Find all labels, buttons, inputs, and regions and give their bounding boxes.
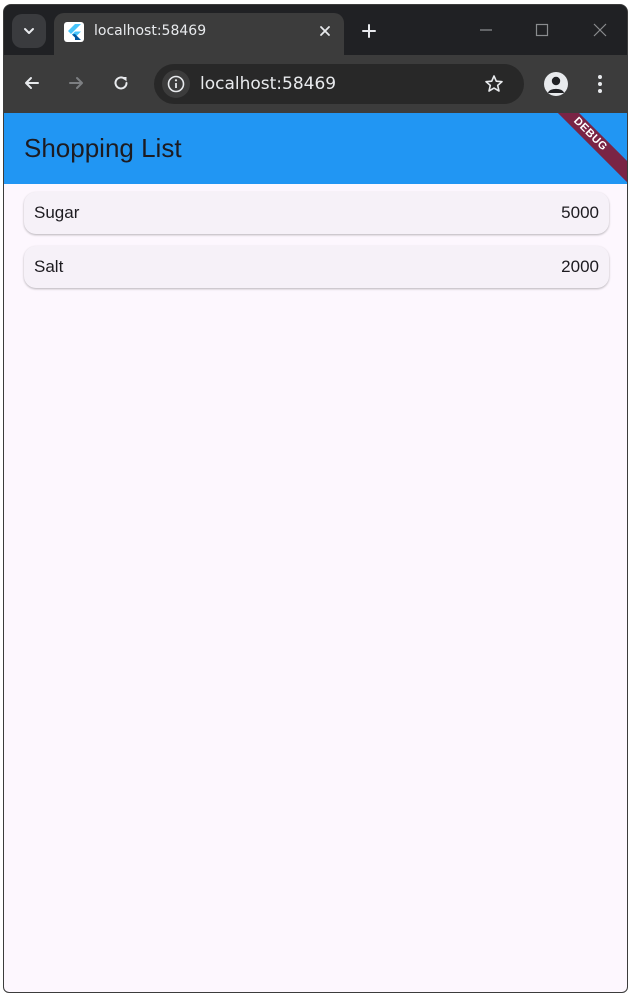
minimize-button[interactable]: [471, 15, 501, 45]
tab-title: localhost:58469: [94, 23, 207, 39]
tab-strip: localhost:58469: [4, 5, 627, 57]
maximize-icon: [535, 23, 549, 37]
dot: [598, 89, 602, 93]
page-title: Shopping List: [24, 133, 182, 163]
back-button[interactable]: [18, 69, 46, 97]
window-close-button[interactable]: [585, 15, 615, 45]
tab-search-button[interactable]: [12, 14, 46, 48]
list-item[interactable]: Sugar 5000: [24, 192, 609, 234]
url-text[interactable]: localhost:58469: [200, 74, 336, 94]
arrow-right-icon: [69, 77, 83, 89]
address-bar[interactable]: localhost:58469: [154, 64, 524, 104]
shopping-list: Sugar 5000 Salt 2000: [24, 192, 609, 300]
browser-window: localhost:58469 localhost:58469 Shopping…: [3, 4, 628, 993]
dot: [598, 82, 602, 86]
maximize-button[interactable]: [527, 15, 557, 45]
close-icon: [320, 26, 330, 36]
page-viewport: Shopping List DEBUG Sugar 5000 Salt 2000: [4, 113, 627, 992]
item-name: Salt: [34, 257, 64, 276]
active-tab[interactable]: localhost:58469: [54, 13, 344, 57]
app-bar: Shopping List: [4, 113, 627, 184]
site-info-button[interactable]: [162, 70, 190, 98]
dot: [598, 75, 602, 79]
close-icon: [593, 23, 607, 37]
reload-button[interactable]: [107, 69, 135, 97]
flutter-favicon-icon: [64, 22, 84, 42]
new-tab-button[interactable]: [356, 18, 382, 44]
info-icon: [167, 75, 185, 93]
bookmark-button[interactable]: [482, 72, 506, 96]
plus-icon: [362, 24, 376, 38]
list-item[interactable]: Salt 2000: [24, 246, 609, 288]
chevron-down-icon: [24, 28, 34, 34]
browser-menu-button[interactable]: [590, 71, 610, 97]
arrow-left-icon: [25, 77, 39, 89]
item-quantity: 5000: [561, 203, 599, 222]
item-quantity: 2000: [561, 257, 599, 276]
star-icon: [485, 75, 503, 92]
forward-button[interactable]: [62, 69, 90, 97]
reload-icon: [114, 76, 128, 90]
tab-close-button[interactable]: [315, 21, 335, 41]
profile-avatar-icon[interactable]: [544, 72, 568, 96]
minimize-icon: [480, 29, 492, 31]
item-name: Sugar: [34, 203, 80, 222]
browser-toolbar: localhost:58469: [4, 55, 627, 113]
